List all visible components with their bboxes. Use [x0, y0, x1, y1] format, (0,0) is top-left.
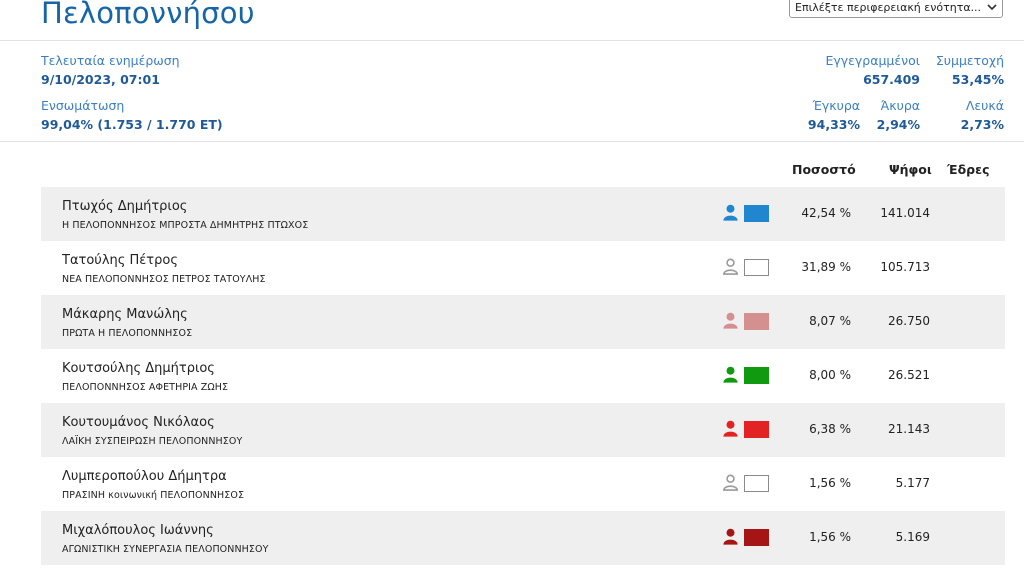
vote-count: 105.713	[880, 260, 930, 274]
party-color-swatch	[744, 205, 769, 222]
table-row: Πτωχός Δημήτριος Η ΠΕΛΟΠΟΝΝΗΣΟΣ ΜΠΡΟΣΤΑ …	[41, 187, 1005, 241]
vote-percentage: 8,00 %	[809, 368, 851, 382]
last-update-label: Τελευταία ενημέρωση	[41, 53, 180, 68]
party-color-swatch	[744, 421, 769, 438]
vote-percentage: 1,56 %	[809, 530, 851, 544]
table-row: Κουτσούλης Δημήτριος ΠΕΛΟΠΟΝΝΗΣΟΣ ΑΦΕΤΗΡ…	[41, 349, 1005, 403]
blank-label: Λευκά	[965, 98, 1004, 113]
person-icon	[723, 474, 738, 491]
vote-count: 26.521	[888, 368, 930, 382]
party-color-swatch	[744, 475, 769, 492]
valid-label: Έγκυρα	[812, 98, 861, 113]
party-color-swatch	[744, 259, 769, 276]
integration-label: Ενσωμάτωση	[41, 98, 125, 113]
party-color-swatch	[744, 313, 769, 330]
blank-value: 2,73%	[960, 117, 1004, 132]
turnout-label: Συμμετοχή	[935, 53, 1004, 68]
vote-percentage: 31,89 %	[801, 260, 851, 274]
last-update-value: 9/10/2023, 07:01	[41, 72, 160, 87]
party-color-swatch	[744, 367, 769, 384]
table-row: Μιχαλόπουλος Ιωάννης ΑΓΩΝΙΣΤΙΚΗ ΣΥΝΕΡΓΑΣ…	[41, 511, 1005, 565]
vote-count: 141.014	[880, 206, 930, 220]
page-title: Πελοποννήσου	[41, 0, 255, 30]
column-header-votes: Ψήφοι	[889, 162, 932, 177]
invalid-label: Άκυρα	[880, 98, 920, 113]
candidate-name: Κουτσούλης Δημήτριος	[62, 361, 215, 376]
valid-value: 94,33%	[807, 117, 860, 132]
person-icon	[723, 258, 738, 275]
party-name: ΑΓΩΝΙΣΤΙΚΗ ΣΥΝΕΡΓΑΣΙΑ ΠΕΛΟΠΟΝΝΗΣΟΥ	[62, 544, 269, 555]
vote-percentage: 8,07 %	[809, 314, 851, 328]
column-header-seats: Έδρες	[947, 162, 990, 177]
summary-divider	[0, 141, 1024, 142]
person-icon	[723, 312, 738, 329]
integration-value: 99,04% (1.753 / 1.770 ΕΤ)	[41, 117, 223, 132]
table-row: Τατούλης Πέτρος ΝΕΑ ΠΕΛΟΠΟΝΝΗΣΟΣ ΠΕΤΡΟΣ …	[41, 241, 1005, 295]
table-row: Μάκαρης Μανώλης ΠΡΩΤΑ Η ΠΕΛΟΠΟΝΝΗΣΟΣ 8,0…	[41, 295, 1005, 349]
vote-percentage: 1,56 %	[809, 476, 851, 490]
candidate-name: Λυμπεροπούλου Δήμητρα	[62, 469, 227, 484]
vote-count: 5.169	[895, 530, 930, 544]
candidate-name: Πτωχός Δημήτριος	[62, 199, 188, 214]
candidate-name: Μιχαλόπουλος Ιωάννης	[62, 523, 214, 538]
candidate-name: Κουτουμάνος Νικόλαος	[62, 415, 215, 430]
candidate-name: Μάκαρης Μανώλης	[62, 307, 188, 322]
table-row: Κουτουμάνος Νικόλαος ΛΑΪΚΗ ΣΥΣΠΕΙΡΩΣΗ ΠΕ…	[41, 403, 1005, 457]
vote-count: 21.143	[888, 422, 930, 436]
registered-label: Εγγεγραμμένοι	[825, 53, 920, 68]
vote-count: 26.750	[888, 314, 930, 328]
region-unit-select[interactable]: Επιλέξτε περιφερειακή ενότητα...	[789, 0, 1003, 18]
person-icon	[723, 204, 738, 221]
table-row: Λυμπεροπούλου Δήμητρα ΠΡΑΣΙΝΗ κοινωνική …	[41, 457, 1005, 511]
invalid-value: 2,94%	[876, 117, 920, 132]
header-divider	[0, 40, 1024, 41]
candidate-name: Τατούλης Πέτρος	[62, 253, 178, 268]
party-color-swatch	[744, 529, 769, 546]
party-name: ΠΕΛΟΠΟΝΝΗΣΟΣ ΑΦΕΤΗΡΙΑ ΖΩΗΣ	[62, 382, 229, 393]
column-header-percent: Ποσοστό	[792, 162, 856, 177]
person-icon	[723, 528, 738, 545]
party-name: ΛΑΪΚΗ ΣΥΣΠΕΙΡΩΣΗ ΠΕΛΟΠΟΝΝΗΣΟΥ	[62, 436, 243, 447]
region-select-value: Επιλέξτε περιφερειακή ενότητα...	[795, 1, 982, 14]
party-name: ΠΡΑΣΙΝΗ κοινωνική ΠΕΛΟΠΟΝΝΗΣΟΣ	[62, 490, 245, 501]
chevron-down-icon	[987, 4, 997, 11]
vote-count: 5.177	[895, 476, 930, 490]
party-name: Η ΠΕΛΟΠΟΝΝΗΣΟΣ ΜΠΡΟΣΤΑ ΔΗΜΗΤΡΗΣ ΠΤΩΧΟΣ	[62, 220, 309, 231]
person-icon	[723, 420, 738, 437]
vote-percentage: 6,38 %	[809, 422, 851, 436]
vote-percentage: 42,54 %	[801, 206, 851, 220]
turnout-value: 53,45%	[951, 72, 1004, 87]
party-name: ΠΡΩΤΑ Η ΠΕΛΟΠΟΝΝΗΣΟΣ	[62, 328, 193, 339]
person-icon	[723, 366, 738, 383]
party-name: ΝΕΑ ΠΕΛΟΠΟΝΝΗΣΟΣ ΠΕΤΡΟΣ ΤΑΤΟΥΛΗΣ	[62, 274, 266, 285]
registered-value: 657.409	[863, 72, 920, 87]
